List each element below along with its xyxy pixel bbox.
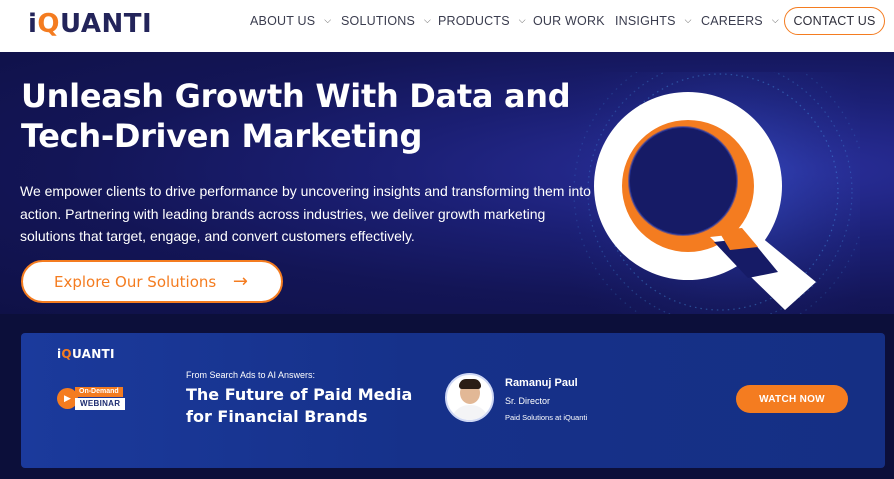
webinar-banner[interactable]: iQUANTI ▶ On-Demand WEBINAR From Search … [21, 333, 885, 468]
contact-us-button[interactable]: CONTACT US [784, 7, 885, 35]
nav-item-solutions[interactable]: SOLUTIONS ⌵ [341, 14, 431, 28]
nav-item-our-work[interactable]: OUR WORK [533, 14, 605, 28]
decorative-dots-and-q-logo [570, 72, 860, 314]
nav-item-products[interactable]: PRODUCTS ⌵ [438, 14, 526, 28]
hero-section: Unleash Growth With Data and Tech-Driven… [0, 52, 894, 314]
on-demand-webinar-badge: ▶ On-Demand WEBINAR [57, 387, 137, 411]
speaker-name: Ramanuj Paul [505, 377, 578, 389]
webinar-kicker: From Search Ads to AI Answers: [186, 370, 316, 380]
hero-description: We empower clients to drive performance … [20, 183, 591, 244]
banner-logo: iQUANTI [57, 347, 115, 361]
iquanti-logo[interactable]: iQUANTI [28, 9, 152, 39]
top-nav: iQUANTI ABOUT US ⌵ SOLUTIONS ⌵ PRODUCTS ⌵ O… [0, 0, 894, 52]
nav-item-about-us[interactable]: ABOUT US ⌵ [250, 14, 331, 28]
hero-title: Unleash Growth With Data and Tech-Driven… [21, 77, 571, 155]
chevron-down-icon: ⌵ [518, 14, 526, 25]
explore-solutions-button[interactable]: Explore Our Solutions → [21, 260, 283, 303]
chevron-down-icon: ⌵ [424, 14, 432, 25]
webinar-title: The Future of Paid Media for Financial B… [186, 385, 413, 426]
watch-now-button[interactable]: WATCH NOW [736, 385, 848, 413]
speaker-org: Paid Solutions at iQuanti [505, 413, 588, 422]
arrow-right-icon: → [232, 271, 248, 292]
chevron-down-icon: ⌵ [771, 14, 779, 25]
chevron-down-icon: ⌵ [684, 14, 692, 25]
chevron-down-icon: ⌵ [324, 14, 332, 25]
nav-item-insights[interactable]: INSIGHTS ⌵ [615, 14, 692, 28]
nav-item-careers[interactable]: CAREERS ⌵ [701, 14, 779, 28]
speaker-role: Sr. Director [505, 396, 551, 406]
speaker-avatar [445, 373, 494, 422]
